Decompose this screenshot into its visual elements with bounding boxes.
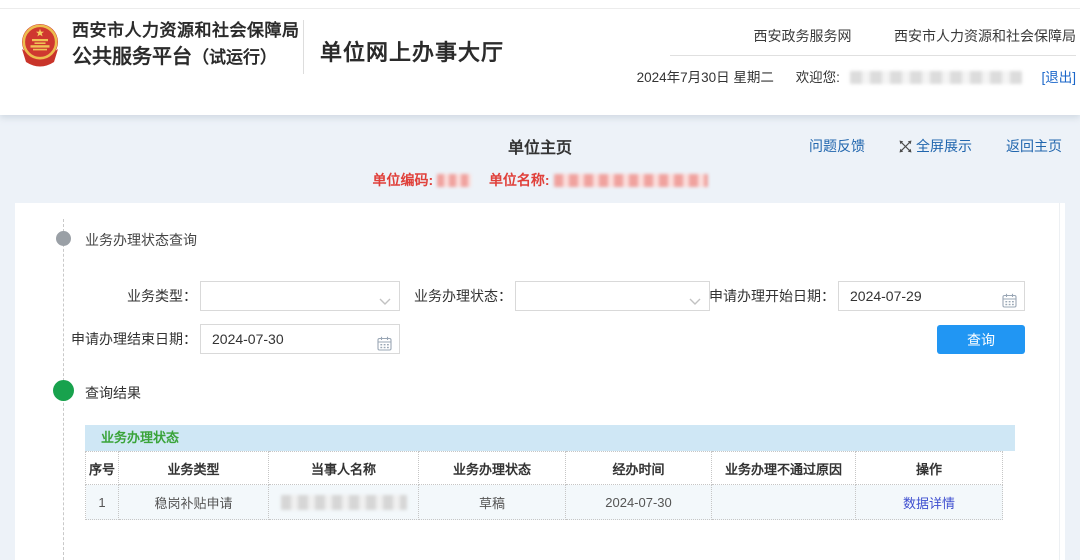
cell-status: 草稿 [418, 484, 566, 520]
card-inner-divider [1059, 203, 1060, 560]
back-home-link[interactable]: 返回主页 [1006, 136, 1062, 156]
feedback-link-label: 问题反馈 [809, 138, 865, 154]
col-header-business-type: 业务类型 [118, 451, 269, 485]
col-header-seq: 序号 [85, 451, 119, 485]
org-logo [18, 22, 62, 68]
header-top-links: 西安政务服务网 西安市人力资源和社会保障局 [670, 26, 1076, 56]
fullscreen-link[interactable]: 全屏展示 [899, 136, 972, 156]
back-home-link-label: 返回主页 [1006, 138, 1062, 154]
date-text: 2024年7月30日 星期二 [636, 70, 774, 85]
unit-name-label: 单位名称: [488, 172, 550, 188]
feedback-link[interactable]: 问题反馈 [809, 136, 865, 156]
business-type-label: 业务类型： [127, 288, 197, 304]
fullscreen-icon [899, 140, 912, 152]
col-header-action: 操作 [855, 451, 1003, 485]
link-xian-gov-site[interactable]: 西安政务服务网 [754, 28, 852, 44]
top-divider [0, 8, 1080, 9]
start-date-input[interactable]: 2024-07-29 [838, 281, 1025, 311]
header-user-row: 2024年7月30日 星期二 欢迎您: [退出] [596, 66, 1076, 86]
cell-action: 数据详情 [855, 484, 1003, 520]
page-band: 单位主页 问题反馈 全屏展示 返回主页 单位编码: 单位名称: [0, 115, 1080, 203]
content-card: 业务办理状态查询 业务类型： 业务办理状态： 申请办理开始日期： 2024-07… [15, 203, 1065, 560]
link-hr-bureau-site[interactable]: 西安市人力资源和社会保障局 [894, 28, 1076, 44]
platform-trial-tag: （试运行） [192, 48, 277, 68]
col-header-party-name: 当事人名称 [268, 451, 419, 485]
calendar-icon[interactable] [377, 332, 392, 360]
end-date-value: 2024-07-30 [212, 331, 284, 347]
data-detail-link[interactable]: 数据详情 [903, 496, 955, 511]
brand-divider [303, 20, 304, 74]
platform-name-line: 公共服务平台（试运行） [72, 45, 300, 69]
logout-link[interactable]: [退出] [1041, 70, 1076, 85]
redacted-party-name [280, 495, 407, 511]
status-label: 业务办理状态： [414, 288, 512, 304]
start-date-value: 2024-07-29 [850, 288, 922, 304]
unit-code-label: 单位编码: [372, 172, 434, 188]
table-row: 1 稳岗补贴申请 草稿 2024-07-30 数据详情 [85, 484, 1003, 520]
site-header: 西安市人力资源和社会保障局 公共服务平台（试运行） 单位网上办事大厅 西安政务服… [0, 0, 1080, 115]
query-button[interactable]: 查询 [937, 325, 1025, 354]
table-title: 业务办理状态 [101, 430, 180, 445]
cell-seq: 1 [85, 484, 119, 520]
org-name: 西安市人力资源和社会保障局 [72, 21, 300, 40]
fullscreen-link-label: 全屏展示 [916, 138, 972, 154]
results-table: 序号 业务类型 当事人名称 业务办理状态 经办时间 业务办理不通过原因 操作 1… [85, 451, 1003, 520]
col-header-fail-reason: 业务办理不通过原因 [711, 451, 856, 485]
results-section-bullet [53, 380, 74, 401]
start-date-label: 申请办理开始日期： [709, 288, 835, 304]
national-emblem-icon [22, 24, 58, 67]
platform-name: 公共服务平台 [72, 46, 192, 69]
cell-fail-reason [711, 484, 856, 520]
redacted-unit-code [437, 174, 472, 187]
table-title-band: 业务办理状态 [85, 425, 1015, 451]
brand-block: 西安市人力资源和社会保障局 公共服务平台（试运行） [72, 21, 300, 69]
cell-handle-time: 2024-07-30 [565, 484, 712, 520]
redacted-username [849, 71, 1022, 84]
header-right: 西安政务服务网 西安市人力资源和社会保障局 2024年7月30日 星期二 欢迎您… [596, 26, 1076, 86]
query-section-bullet [56, 231, 71, 246]
end-date-label: 申请办理结束日期： [71, 331, 197, 347]
cell-business-type: 稳岗补贴申请 [118, 484, 269, 520]
results-section-title: 查询结果 [85, 385, 141, 401]
redacted-unit-name [553, 174, 708, 187]
unit-info-line: 单位编码: 单位名称: [0, 170, 1080, 190]
app: 西安市人力资源和社会保障局 公共服务平台（试运行） 单位网上办事大厅 西安政务服… [0, 0, 1080, 560]
hall-title: 单位网上办事大厅 [320, 40, 505, 65]
band-links: 问题反馈 全屏展示 返回主页 [809, 136, 1062, 156]
cell-party-name [268, 484, 419, 520]
end-date-input[interactable]: 2024-07-30 [200, 324, 400, 354]
query-section-title: 业务办理状态查询 [85, 232, 197, 248]
col-header-status: 业务办理状态 [418, 451, 566, 485]
calendar-icon[interactable] [1002, 289, 1017, 317]
welcome-label: 欢迎您: [795, 70, 840, 85]
table-header-row: 序号 业务类型 当事人名称 业务办理状态 经办时间 业务办理不通过原因 操作 [85, 451, 1003, 485]
col-header-handle-time: 经办时间 [565, 451, 712, 485]
